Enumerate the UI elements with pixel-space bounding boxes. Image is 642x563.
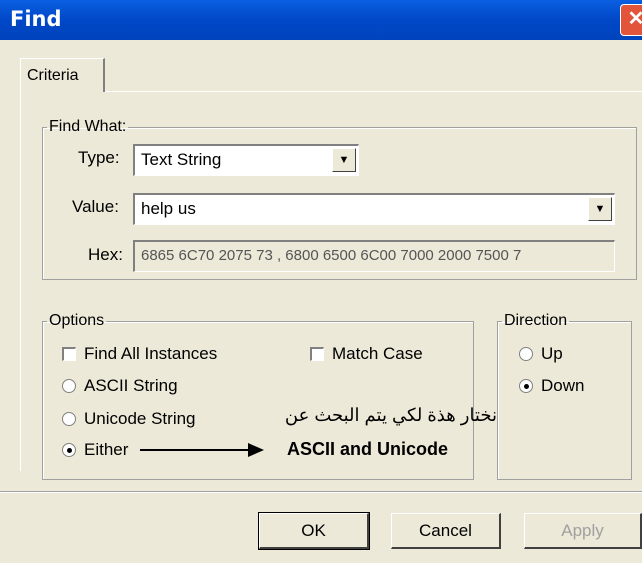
type-select-value: Text String: [141, 150, 222, 169]
ascii-radio[interactable]: ASCII String: [62, 376, 178, 396]
type-select[interactable]: Text String ▼: [133, 144, 359, 176]
radio-button[interactable]: [62, 412, 76, 426]
radio-dot: [523, 383, 529, 389]
up-radio[interactable]: Up: [519, 344, 563, 364]
window-title: Find: [10, 7, 62, 31]
unicode-label: Unicode String: [84, 409, 196, 428]
title-bar: Find ✕: [0, 0, 642, 40]
direction-group: Direction: [497, 312, 632, 480]
down-label: Down: [541, 376, 585, 395]
match-case-label: Match Case: [332, 344, 423, 363]
hex-field: 6865 6C70 2075 73 , 6800 6500 6C00 7000 …: [133, 240, 615, 272]
apply-button[interactable]: Apply: [524, 513, 642, 549]
cancel-button[interactable]: Cancel: [391, 513, 501, 549]
radio-button[interactable]: [519, 347, 533, 361]
ok-button[interactable]: OK: [258, 512, 370, 550]
tab-criteria[interactable]: Criteria: [20, 58, 105, 92]
type-label: Type:: [78, 148, 120, 167]
value-label: Value:: [72, 197, 119, 216]
hex-field-value: 6865 6C70 2075 73 , 6800 6500 6C00 7000 …: [141, 247, 522, 264]
direction-legend: Direction: [504, 312, 568, 329]
hex-label: Hex:: [88, 245, 123, 264]
unicode-radio[interactable]: Unicode String: [62, 409, 196, 429]
close-icon: ✕: [627, 8, 642, 30]
arrow-line: [140, 449, 250, 451]
close-button[interactable]: ✕: [620, 4, 642, 36]
find-what-legend: Find What:: [49, 118, 127, 135]
radio-button[interactable]: [62, 379, 76, 393]
value-input[interactable]: help us ▼: [133, 193, 615, 225]
checkbox-box[interactable]: [62, 347, 76, 361]
up-label: Up: [541, 344, 563, 363]
arrow-right-icon: [248, 443, 264, 457]
find-all-checkbox[interactable]: Find All Instances: [62, 344, 217, 364]
tab-label: Criteria: [27, 67, 79, 84]
either-label: Either: [84, 440, 129, 459]
english-annotation: ASCII and Unicode: [287, 439, 449, 459]
value-input-text: help us: [141, 199, 196, 218]
find-all-label: Find All Instances: [84, 344, 218, 363]
chevron-down-icon[interactable]: ▼: [332, 148, 356, 172]
radio-button-selected[interactable]: [519, 379, 533, 393]
radio-dot: [66, 447, 72, 453]
radio-button-selected[interactable]: [62, 443, 76, 457]
checkbox-box[interactable]: [310, 347, 324, 361]
options-legend: Options: [49, 312, 105, 329]
separator-highlight: [0, 492, 642, 493]
arabic-annotation: نختار هذة لكي يتم البحث عن: [284, 405, 497, 425]
down-radio[interactable]: Down: [519, 376, 584, 396]
chevron-down-icon[interactable]: ▼: [588, 197, 612, 221]
ascii-label: ASCII String: [84, 376, 178, 395]
either-radio[interactable]: Either: [62, 440, 128, 460]
match-case-checkbox[interactable]: Match Case: [310, 344, 423, 364]
